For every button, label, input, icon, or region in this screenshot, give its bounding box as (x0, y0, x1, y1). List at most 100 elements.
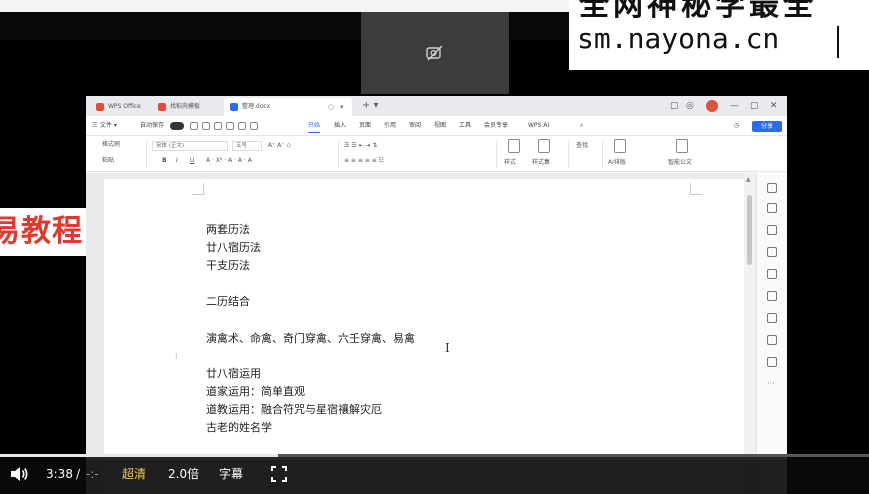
list-icons[interactable]: ☰ ☰ ⇤ ⇥ ⇅ (344, 141, 377, 151)
ai-layout-button[interactable]: AI排版 (608, 158, 626, 168)
search-icon[interactable]: ⌕ (580, 120, 583, 132)
export-icon[interactable] (202, 122, 210, 130)
tab-close-icon[interactable]: ○ (328, 98, 334, 116)
align-icons[interactable]: ≡ ≡ ≡ ≡ ≡ ☷ (344, 156, 384, 166)
new-tab-button[interactable]: + ▾ (362, 98, 379, 114)
divider (146, 140, 147, 168)
smart-doc-icon[interactable] (676, 139, 688, 153)
file-menu[interactable]: 三 文件 ▾ (92, 120, 117, 132)
subtitles-button[interactable]: 字幕 (219, 465, 243, 483)
tab-view[interactable]: 视图 (434, 120, 446, 132)
speed-button[interactable]: 2.0倍 (168, 465, 199, 483)
autosave-toggle[interactable] (170, 122, 184, 130)
vertical-scrollbar[interactable]: ▲ (744, 173, 756, 494)
find-button[interactable]: 查找 (576, 141, 588, 151)
tab-template[interactable]: 找稻壳模板 (152, 98, 222, 116)
doc-line[interactable]: 道教运用：融合符咒与星宿禳解灾厄 (206, 403, 382, 417)
doc-line[interactable]: 廿八宿历法 (206, 241, 261, 255)
wps-window: WPS Office 找稻壳模板 整理.docx ○ ▾ + ▾ ▢ ◎ — ▢… (86, 96, 787, 494)
template-icon (158, 103, 166, 111)
smart-doc-button[interactable]: 智能公文 (668, 158, 692, 168)
scroll-thumb[interactable] (747, 195, 752, 265)
time-separator: / (76, 467, 81, 481)
document-page[interactable] (104, 179, 744, 494)
watermark: 全网神秘学最全 sm.nayona.cn (569, 0, 869, 70)
menu-bar: 三 文件 ▾ 自动保存 开始 插入 页面 引用 审阅 视图 工具 会员专享 WP… (86, 116, 787, 136)
doc-icon (230, 103, 238, 111)
share-button[interactable]: 分享 (752, 121, 782, 132)
font-size-select[interactable]: 五号 (232, 141, 262, 151)
translate-icon[interactable] (767, 269, 777, 279)
tab-page[interactable]: 页面 (359, 120, 371, 132)
video-player-controls: 3:38 / -:- 超清 2.0倍 字幕 (0, 454, 869, 494)
progress-track[interactable] (0, 454, 869, 457)
redo-icon[interactable] (250, 122, 258, 130)
doc-line[interactable]: 干支历法 (206, 259, 250, 273)
more-icon[interactable]: ··· (767, 379, 777, 389)
tab-tools[interactable]: 工具 (459, 120, 471, 132)
tab-label: 找稻壳模板 (170, 103, 201, 110)
underline-icon[interactable]: U (190, 156, 194, 166)
italic-icon[interactable]: I (176, 156, 178, 166)
format-icon[interactable] (767, 247, 777, 257)
wps-ai-button[interactable]: WPS AI (528, 120, 549, 132)
tab-home[interactable]: 开始 (308, 120, 321, 133)
close-icon[interactable]: ✕ (770, 99, 778, 113)
tab-document[interactable]: 整理.docx ○ ▾ (224, 98, 352, 116)
total-duration: -:- (86, 467, 99, 481)
styles-icon[interactable] (508, 139, 520, 153)
doc-line[interactable]: 道家运用：简单直观 (206, 385, 305, 399)
minimize-icon[interactable]: — (730, 99, 739, 113)
camera-off-icon (426, 45, 443, 61)
doc-line[interactable]: 两套历法 (206, 223, 250, 237)
tab-review[interactable]: 审阅 (409, 120, 421, 132)
save-icon[interactable] (190, 122, 198, 130)
doc-line[interactable]: 廿八宿运用 (206, 367, 261, 381)
pen-icon[interactable] (767, 203, 777, 213)
format-painter-button[interactable]: 格式刷 (102, 140, 120, 150)
right-tool-panel: ··· (756, 173, 787, 494)
font-effects-icon[interactable]: A · X² · A · A · A (206, 156, 252, 166)
preview-icon[interactable] (226, 122, 234, 130)
doc-line[interactable]: 二历结合 (206, 295, 250, 309)
tab-menu-icon[interactable]: ▾ (340, 98, 344, 116)
style-set-button[interactable]: 样式集 (532, 158, 550, 168)
settings-icon[interactable]: ◎ (686, 99, 694, 113)
share-side-icon[interactable] (767, 357, 777, 367)
review-icon[interactable] (767, 335, 777, 345)
maximize-icon[interactable]: ▢ (750, 99, 759, 113)
history-icon[interactable]: ◷ (734, 120, 739, 132)
font-name-select[interactable]: 宋体 (正文) (152, 141, 228, 151)
style-set-icon[interactable] (538, 139, 550, 153)
ai-layout-icon[interactable] (614, 139, 626, 153)
tab-member[interactable]: 会员专享 (484, 120, 508, 132)
watermark-line1: 全网神秘学最全 (579, 0, 817, 23)
panel-minus-icon[interactable] (767, 183, 777, 193)
help-icon[interactable] (767, 313, 777, 323)
undo-icon[interactable] (238, 122, 246, 130)
doc-line[interactable]: 古老的姓名学 (206, 421, 272, 435)
tab-reference[interactable]: 引用 (384, 120, 396, 132)
paste-button[interactable]: 粘贴 (102, 156, 114, 166)
autosave-label: 自动保存 (140, 122, 165, 129)
volume-icon[interactable] (9, 465, 29, 483)
watermark-url: sm.nayona.cn (577, 22, 780, 55)
fullscreen-icon[interactable] (271, 466, 287, 482)
camera-overlay (361, 12, 509, 94)
tab-wps-office[interactable]: WPS Office (90, 98, 150, 116)
tab-insert[interactable]: 插入 (334, 120, 346, 132)
current-time: 3:38 (46, 467, 73, 481)
window-layout-icon[interactable]: ▢ (670, 99, 679, 113)
avatar[interactable] (706, 100, 718, 112)
tools-icon[interactable] (767, 291, 777, 301)
select-icon[interactable] (767, 225, 777, 235)
bold-icon[interactable]: B (162, 156, 167, 166)
text-cursor (837, 26, 839, 58)
styles-button[interactable]: 样式 (504, 158, 516, 168)
scroll-up-icon[interactable]: ▲ (746, 176, 751, 183)
print-icon[interactable] (214, 122, 222, 130)
doc-line[interactable]: 演禽术、命禽、奇门穿禽、六壬穿禽、易禽 (206, 332, 415, 346)
tab-bar: WPS Office 找稻壳模板 整理.docx ○ ▾ + ▾ ▢ ◎ — ▢… (86, 96, 787, 116)
quality-button[interactable]: 超清 (122, 465, 146, 483)
font-grow-icon[interactable]: A⁺ A⁻ ◇ (268, 141, 291, 151)
